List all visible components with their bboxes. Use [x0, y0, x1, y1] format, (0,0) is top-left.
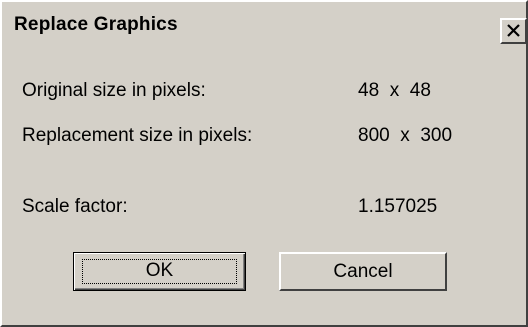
scale-factor-value: 1.157025 [358, 196, 438, 217]
close-icon [507, 24, 520, 37]
title-bar: Replace Graphics [6, 6, 527, 45]
original-size-value: 48 x 48 [358, 80, 431, 101]
scale-factor-label: Scale factor: [22, 196, 128, 217]
dialog-title: Replace Graphics [14, 14, 178, 35]
original-size-label: Original size in pixels: [22, 80, 206, 101]
replacement-size-value: 800 x 300 [358, 125, 453, 146]
replacement-size-label: Replacement size in pixels: [22, 125, 253, 146]
ok-button[interactable]: OK [73, 252, 246, 291]
replace-graphics-dialog: Replace Graphics Original size in pixels… [0, 0, 528, 327]
ok-button-label: OK [145, 260, 174, 281]
cancel-button-label: Cancel [333, 261, 393, 282]
cancel-button[interactable]: Cancel [279, 252, 447, 291]
close-button[interactable] [500, 18, 527, 44]
